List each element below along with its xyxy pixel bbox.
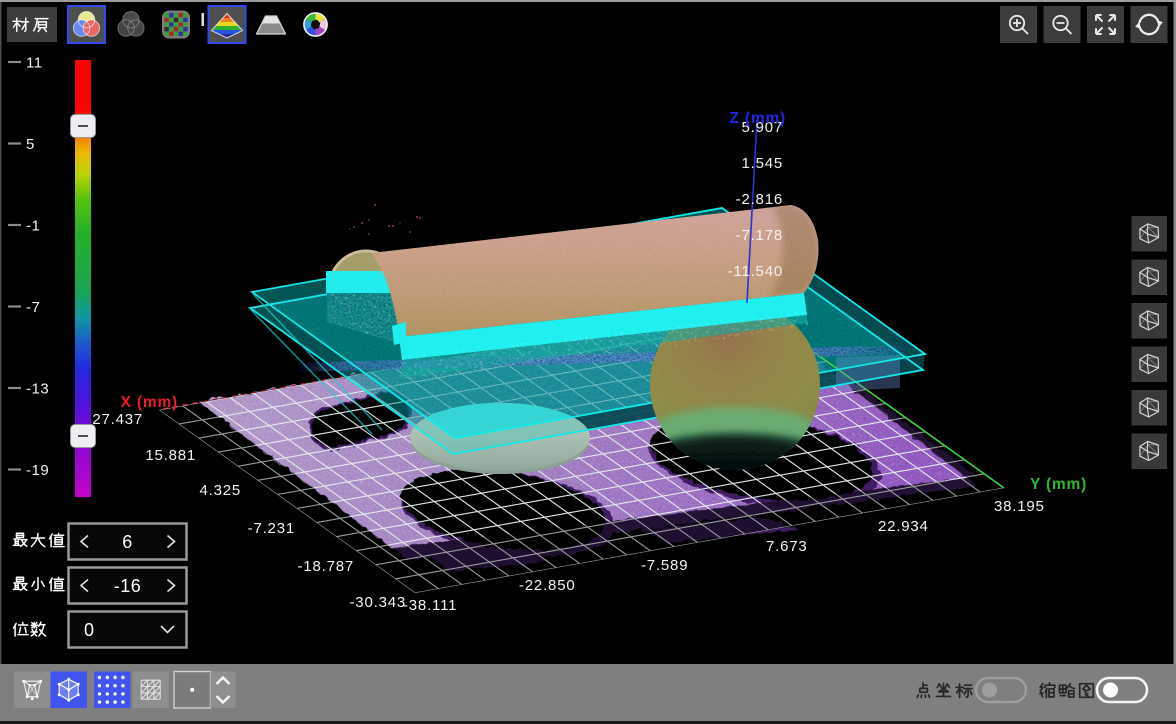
svg-text:27.437: 27.437 — [92, 411, 143, 428]
svg-text:6: 6 — [122, 532, 133, 552]
svg-text:1.545: 1.545 — [741, 155, 783, 172]
svg-text:X (mm): X (mm) — [121, 394, 178, 411]
svg-text:-1: -1 — [26, 218, 40, 235]
svg-text:-7.589: -7.589 — [641, 557, 688, 574]
svg-text:-18.787: -18.787 — [298, 558, 354, 575]
svg-text:22.934: 22.934 — [878, 518, 929, 535]
svg-text:-30.343: -30.343 — [350, 594, 406, 611]
svg-text:-7: -7 — [26, 299, 40, 316]
svg-text:15.881: 15.881 — [145, 447, 196, 464]
svg-text:7.673: 7.673 — [766, 538, 808, 555]
svg-text:4.325: 4.325 — [199, 482, 241, 499]
svg-text:Z (mm): Z (mm) — [730, 110, 786, 127]
svg-text:Y (mm): Y (mm) — [1030, 476, 1087, 493]
svg-text:0: 0 — [84, 620, 95, 640]
svg-text:-7.231: -7.231 — [248, 520, 295, 537]
svg-text:-19: -19 — [26, 462, 49, 479]
svg-text:5: 5 — [26, 136, 35, 153]
svg-text:11: 11 — [26, 55, 43, 72]
svg-text:-16: -16 — [114, 576, 142, 596]
svg-text:-7.178: -7.178 — [736, 227, 783, 244]
svg-text:-38.111: -38.111 — [403, 597, 457, 614]
svg-text:-22.850: -22.850 — [519, 577, 575, 594]
svg-text:38.195: 38.195 — [994, 498, 1045, 515]
svg-text:-2.816: -2.816 — [736, 191, 783, 208]
svg-text:-13: -13 — [26, 381, 49, 398]
svg-text:-11.540: -11.540 — [728, 263, 783, 280]
